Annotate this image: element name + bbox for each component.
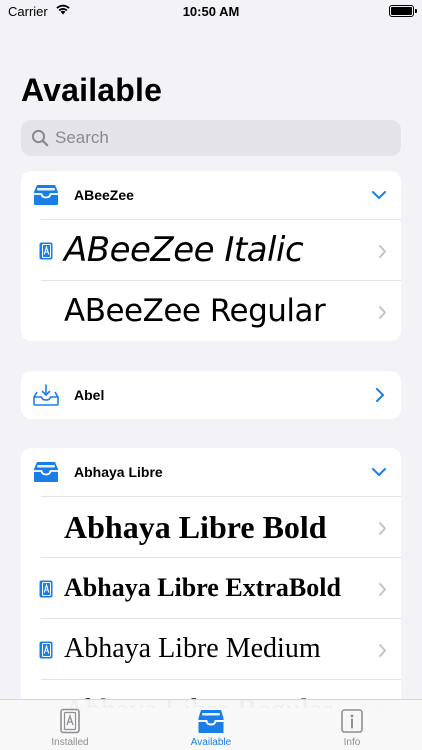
font-family-card-abhaya-libre: Abhaya Libre Abhaya Libre Bold Abhaya Li…	[21, 448, 401, 708]
search-bar[interactable]	[21, 120, 401, 156]
tab-bar: Installed Available Info	[0, 699, 422, 750]
chevron-right-icon	[379, 583, 386, 596]
family-header-abhaya-libre[interactable]: Abhaya Libre	[21, 448, 401, 496]
font-name: ABeeZee Regular	[64, 293, 326, 329]
font-name: Abhaya Libre ExtraBold	[64, 573, 341, 602]
battery-icon	[389, 5, 417, 17]
info-icon	[341, 709, 363, 733]
search-input[interactable]	[55, 128, 375, 148]
book-icon	[60, 708, 80, 734]
tab-installed[interactable]: Installed	[0, 700, 140, 750]
family-name: Abhaya Libre	[74, 464, 163, 480]
chevron-right-icon[interactable]	[375, 387, 385, 403]
family-name: Abel	[74, 387, 105, 403]
family-header-abeezee[interactable]: ABeeZee	[21, 171, 401, 219]
chevron-right-icon	[379, 245, 386, 258]
font-name: Abhaya Libre Bold	[64, 509, 327, 545]
chevron-down-icon[interactable]	[371, 465, 387, 479]
tab-label: Installed	[51, 737, 89, 748]
family-header-abel[interactable]: Abel	[21, 371, 401, 419]
chevron-right-icon	[379, 306, 386, 319]
tab-available[interactable]: Available	[141, 700, 281, 750]
page-title: Available	[21, 72, 163, 108]
chevron-right-icon	[379, 644, 386, 657]
status-bar: Carrier 10:50 AM	[0, 0, 422, 24]
font-row[interactable]: Abhaya Libre ExtraBold	[39, 557, 401, 618]
installed-book-icon	[39, 242, 53, 260]
tab-label: Available	[190, 737, 232, 748]
font-row[interactable]: Abhaya Libre Medium	[39, 618, 401, 679]
tab-label: Info	[343, 737, 361, 748]
font-row[interactable]: ABeeZee Italic	[39, 219, 401, 280]
font-family-card-abeezee: ABeeZee ABeeZee Italic ABeeZee Regular	[21, 171, 401, 341]
font-row[interactable]: Abhaya Libre Bold	[41, 496, 401, 557]
installed-book-icon	[39, 580, 53, 598]
tab-info[interactable]: Info	[282, 700, 422, 750]
search-icon	[31, 129, 49, 147]
chevron-down-icon[interactable]	[371, 188, 387, 202]
font-family-card-abel: Abel	[21, 371, 401, 419]
status-time: 10:50 AM	[182, 4, 240, 19]
font-name: Abhaya Libre Medium	[64, 633, 321, 664]
installed-book-icon	[39, 641, 53, 659]
tray-icon	[34, 185, 58, 205]
chevron-right-icon	[379, 522, 386, 535]
family-name: ABeeZee	[74, 187, 134, 203]
tray-icon	[198, 710, 224, 733]
font-name: ABeeZee Italic	[64, 230, 304, 270]
download-tray-icon	[33, 384, 59, 406]
font-row[interactable]: ABeeZee Regular	[41, 280, 401, 341]
tray-icon	[34, 462, 58, 482]
